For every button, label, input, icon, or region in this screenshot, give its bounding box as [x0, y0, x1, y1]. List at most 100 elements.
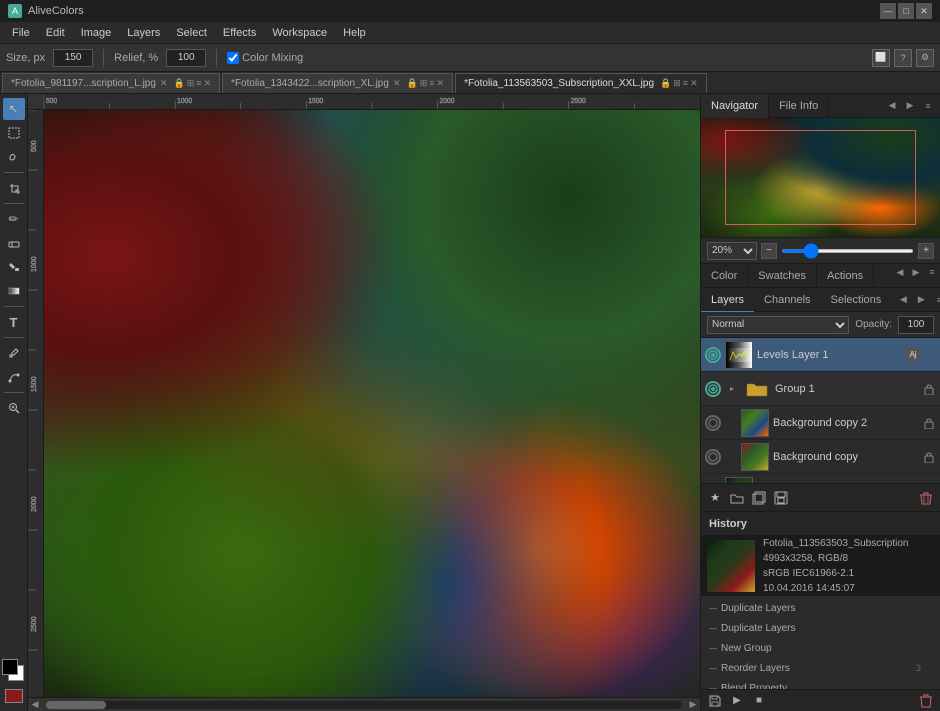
fill-tool-button[interactable] — [3, 256, 25, 278]
scroll-track-h[interactable] — [46, 701, 682, 709]
relief-input[interactable] — [166, 49, 206, 67]
tab-1[interactable]: *Fotolia_1343422...scription_XL.jpg ✕ 🔒 … — [222, 73, 453, 93]
selection-tool-button[interactable] — [3, 122, 25, 144]
nav-panel-arrow-right[interactable]: ▶ — [902, 98, 918, 114]
menu-effects[interactable]: Effects — [215, 25, 264, 41]
menu-select[interactable]: Select — [168, 25, 215, 41]
menu-image[interactable]: Image — [73, 25, 120, 41]
window-controls[interactable]: — □ ✕ — [880, 3, 932, 19]
maximize-button[interactable]: □ — [898, 3, 914, 19]
layer-visibility-bg-copy-2[interactable] — [705, 415, 721, 431]
eraser-tool-button[interactable] — [3, 232, 25, 254]
zoom-slider[interactable] — [781, 249, 914, 253]
path-tool-button[interactable] — [3, 366, 25, 388]
tab-icon-grid-1[interactable]: ⊞ — [420, 78, 428, 89]
menu-layers[interactable]: Layers — [119, 25, 168, 41]
tab-icon-lock-0[interactable]: 🔒 — [173, 78, 184, 89]
color-panel-arrow-left[interactable]: ◀ — [892, 264, 908, 280]
history-item-0[interactable]: — Duplicate Layers — [701, 598, 940, 618]
tab-color[interactable]: Color — [701, 264, 748, 288]
active-color-preview[interactable] — [5, 689, 23, 703]
foreground-color-swatch[interactable] — [2, 659, 18, 675]
history-stop-button[interactable]: ■ — [749, 692, 769, 710]
zoom-out-button[interactable]: − — [761, 243, 777, 259]
tab-file-info[interactable]: File Info — [769, 94, 829, 118]
eyedropper-tool-button[interactable] — [3, 342, 25, 364]
tab-icon-list-0[interactable]: ≡ — [196, 78, 201, 89]
lasso-tool-button[interactable] — [3, 146, 25, 168]
layer-item-group1[interactable]: Group 1 — [701, 372, 940, 406]
scroll-left-button[interactable]: ◀ — [28, 698, 42, 711]
tab-close-x-1[interactable]: ✕ — [437, 78, 445, 89]
zoom-tool-button[interactable] — [3, 397, 25, 419]
move-tool-button[interactable]: ↖ — [3, 98, 25, 120]
tab-icon-grid-2[interactable]: ⊞ — [673, 78, 681, 89]
history-item-1[interactable]: — Duplicate Layers — [701, 618, 940, 638]
history-item-2[interactable]: — New Group — [701, 638, 940, 658]
menu-help[interactable]: Help — [335, 25, 374, 41]
layer-star-button[interactable]: ★ — [705, 488, 725, 508]
zoom-in-button[interactable]: + — [918, 243, 934, 259]
scroll-thumb-h[interactable] — [46, 701, 106, 709]
help-icon[interactable]: ? — [894, 49, 912, 67]
layer-item-levels[interactable]: Levels Layer 1 Aj — [701, 338, 940, 372]
layer-item-bg-copy[interactable]: Background copy — [701, 440, 940, 474]
gradient-tool-button[interactable] — [3, 280, 25, 302]
history-item-3[interactable]: — Reorder Layers 3 — [701, 658, 940, 678]
zoom-select[interactable]: 20% 10% 25% 50% 75% 100% — [707, 242, 757, 260]
history-item-4[interactable]: — Blend Property — [701, 678, 940, 689]
history-delete-button[interactable] — [916, 692, 936, 710]
size-input[interactable] — [53, 49, 93, 67]
tab-icon-lock-1[interactable]: 🔒 — [406, 78, 417, 89]
opacity-input[interactable] — [898, 316, 934, 334]
layer-new-group-button[interactable] — [727, 488, 747, 508]
group-expand-arrow[interactable] — [725, 385, 739, 393]
layer-new-button[interactable] — [749, 488, 769, 508]
canvas-content[interactable] — [44, 110, 700, 697]
layers-panel-arrow-left[interactable]: ◀ — [895, 292, 911, 308]
layer-delete-button[interactable] — [916, 488, 936, 508]
menu-workspace[interactable]: Workspace — [264, 25, 335, 41]
settings-icon[interactable]: ⚙ — [916, 49, 934, 67]
tab-channels[interactable]: Channels — [754, 288, 820, 312]
menu-file[interactable]: File — [4, 25, 38, 41]
layers-panel-arrow-right[interactable]: ▶ — [913, 292, 929, 308]
color-mixing-checkbox[interactable] — [227, 52, 239, 64]
layer-visibility-bg-copy[interactable] — [705, 449, 721, 465]
tab-icon-list-1[interactable]: ≡ — [429, 78, 434, 89]
tab-close-x-0[interactable]: ✕ — [204, 78, 212, 89]
layer-item-background[interactable]: Background — [701, 474, 940, 483]
color-panel-arrow-right[interactable]: ▶ — [908, 264, 924, 280]
tab-icon-list-2[interactable]: ≡ — [683, 78, 688, 89]
layer-visibility-group1[interactable] — [705, 381, 721, 397]
tab-2[interactable]: *Fotolia_113563503_Subscription_XXL.jpg … — [455, 73, 707, 93]
crop-tool-button[interactable] — [3, 177, 25, 199]
close-button[interactable]: ✕ — [916, 3, 932, 19]
minimize-button[interactable]: — — [880, 3, 896, 19]
blend-mode-select[interactable]: Normal Multiply Screen Overlay — [707, 316, 849, 334]
tab-close-1[interactable]: ✕ — [393, 78, 401, 89]
history-save-button[interactable] — [705, 692, 725, 710]
color-panel-menu[interactable]: ≡ — [924, 264, 940, 280]
text-tool-button[interactable]: T — [3, 311, 25, 333]
layer-item-bg-copy-2[interactable]: Background copy 2 — [701, 406, 940, 440]
color-swatches[interactable] — [2, 659, 26, 683]
history-play-button[interactable]: ▶ — [727, 692, 747, 710]
tab-swatches[interactable]: Swatches — [748, 264, 817, 288]
horizontal-scrollbar[interactable]: ◀ ▶ — [28, 697, 700, 711]
tab-actions[interactable]: Actions — [817, 264, 874, 288]
menu-edit[interactable]: Edit — [38, 25, 73, 41]
brush-tool-button[interactable]: ✏ — [3, 208, 25, 230]
tab-navigator[interactable]: Navigator — [701, 94, 769, 118]
tab-icon-lock-2[interactable]: 🔒 — [660, 78, 671, 89]
layers-panel-menu[interactable]: ≡ — [931, 292, 940, 308]
tab-close-x-2[interactable]: ✕ — [690, 78, 698, 89]
nav-panel-menu[interactable]: ≡ — [920, 98, 936, 114]
tab-icon-grid-0[interactable]: ⊞ — [187, 78, 195, 89]
tab-0[interactable]: *Fotolia_981197...scription_L.jpg ✕ 🔒 ⊞ … — [2, 73, 220, 93]
layer-save-button[interactable] — [771, 488, 791, 508]
color-mixing-wrap[interactable]: Color Mixing — [227, 52, 303, 64]
scroll-right-button[interactable]: ▶ — [686, 698, 700, 711]
tab-close-0[interactable]: ✕ — [160, 78, 168, 89]
nav-panel-arrow-left[interactable]: ◀ — [884, 98, 900, 114]
